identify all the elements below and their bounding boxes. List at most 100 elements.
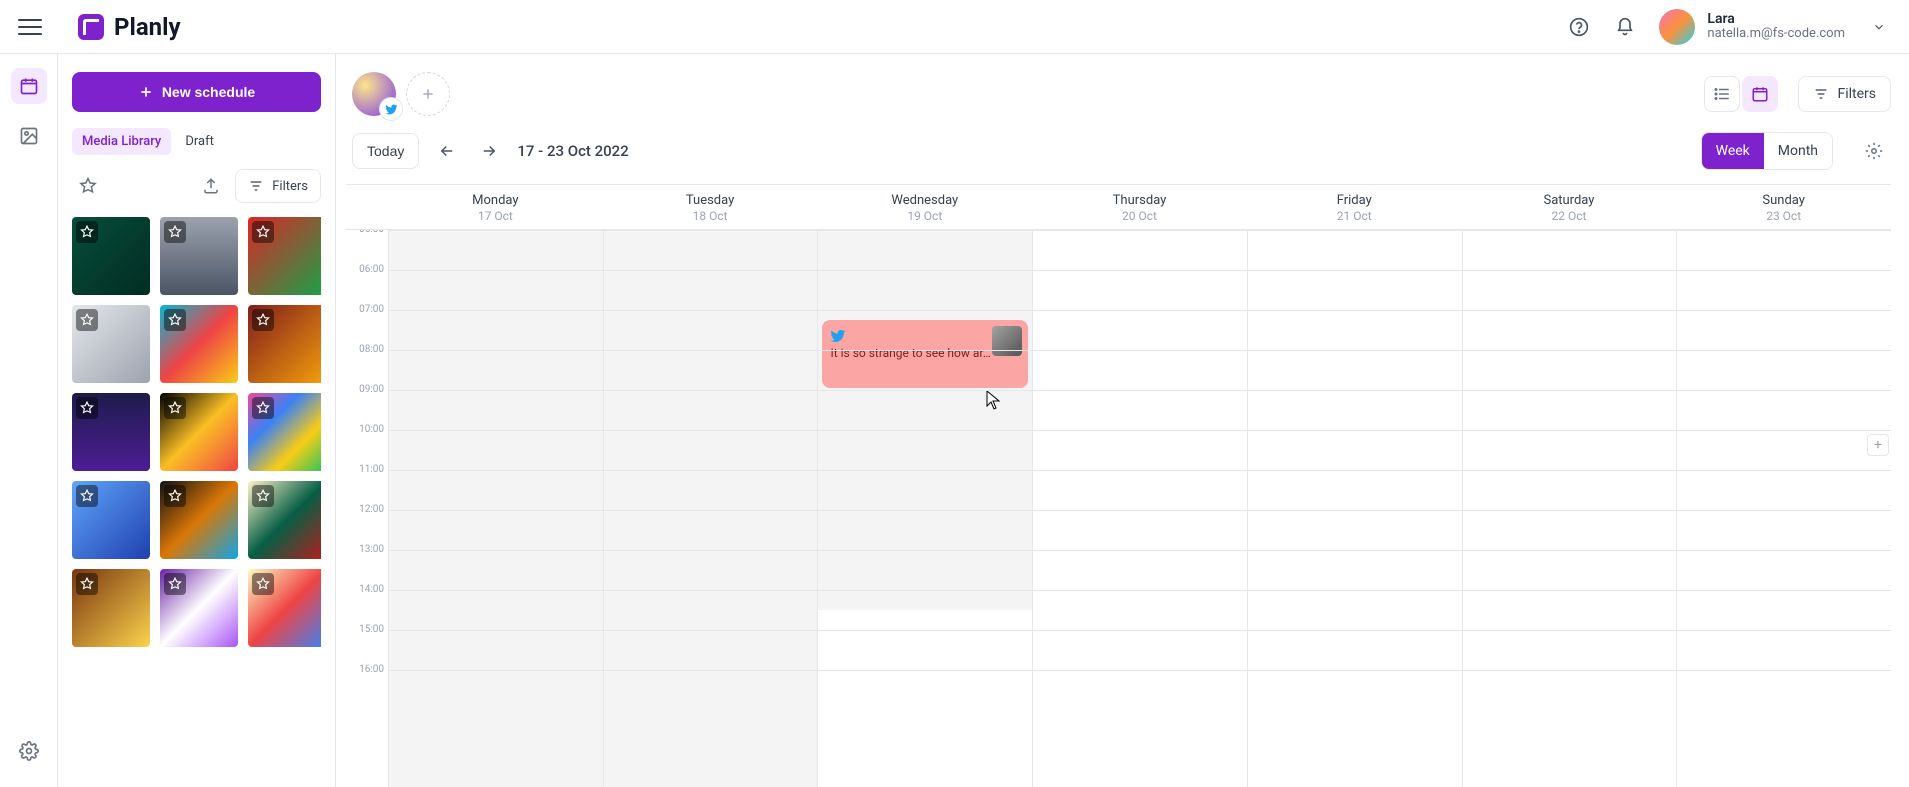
media-thumb[interactable] bbox=[72, 569, 150, 647]
new-schedule-button[interactable]: New schedule bbox=[72, 72, 321, 112]
media-thumb[interactable] bbox=[248, 393, 321, 471]
sidebar-filters-button[interactable]: Filters bbox=[235, 169, 321, 203]
star-icon[interactable] bbox=[252, 309, 274, 331]
day-column[interactable] bbox=[1462, 230, 1677, 787]
time-label: 16:00 bbox=[346, 664, 388, 704]
list-view-button[interactable] bbox=[1704, 76, 1740, 112]
chevron-down-icon bbox=[1867, 15, 1891, 39]
add-event-button[interactable]: + bbox=[1867, 434, 1889, 456]
hamburger-menu[interactable] bbox=[18, 15, 42, 39]
media-thumb[interactable] bbox=[160, 393, 238, 471]
media-thumb[interactable] bbox=[160, 481, 238, 559]
media-thumb[interactable] bbox=[248, 569, 321, 647]
star-icon[interactable] bbox=[164, 485, 186, 507]
star-icon[interactable] bbox=[164, 221, 186, 243]
day-header: Wednesday19 Oct bbox=[817, 185, 1032, 229]
range-toggle: Week Month bbox=[1701, 132, 1833, 170]
month-toggle[interactable]: Month bbox=[1764, 133, 1832, 169]
favorites-filter[interactable] bbox=[72, 170, 104, 202]
day-header: Friday21 Oct bbox=[1247, 185, 1462, 229]
week-toggle[interactable]: Week bbox=[1702, 133, 1764, 169]
day-column[interactable] bbox=[1247, 230, 1462, 787]
user-avatar bbox=[1659, 9, 1695, 45]
time-label: 12:00 bbox=[346, 504, 388, 544]
media-thumb[interactable] bbox=[72, 305, 150, 383]
media-thumb[interactable] bbox=[160, 569, 238, 647]
media-thumb[interactable] bbox=[248, 305, 321, 383]
add-profile-button[interactable] bbox=[406, 72, 450, 116]
twitter-badge-icon bbox=[380, 98, 402, 120]
main-filters-button[interactable]: Filters bbox=[1798, 76, 1891, 112]
media-grid bbox=[72, 217, 321, 647]
new-schedule-label: New schedule bbox=[162, 84, 255, 100]
day-column[interactable]: + bbox=[1676, 230, 1891, 787]
tab-draft[interactable]: Draft bbox=[175, 128, 224, 155]
time-label: 05:00 bbox=[346, 230, 388, 264]
day-column[interactable] bbox=[1032, 230, 1247, 787]
day-header: Tuesday18 Oct bbox=[603, 185, 818, 229]
media-thumb[interactable] bbox=[160, 217, 238, 295]
user-name: Lara bbox=[1707, 11, 1845, 27]
time-label: 06:00 bbox=[346, 264, 388, 304]
star-icon[interactable] bbox=[252, 485, 274, 507]
media-thumb[interactable] bbox=[160, 305, 238, 383]
user-menu[interactable]: Lara natella.m@fs-code.com bbox=[1659, 9, 1891, 45]
star-icon[interactable] bbox=[164, 309, 186, 331]
rail-settings[interactable] bbox=[11, 733, 47, 769]
media-thumb[interactable] bbox=[72, 393, 150, 471]
scheduled-post[interactable]: It is so strange to see how ar… bbox=[822, 320, 1028, 388]
media-thumb[interactable] bbox=[72, 481, 150, 559]
calendar-settings-button[interactable] bbox=[1857, 134, 1891, 168]
star-icon[interactable] bbox=[252, 573, 274, 595]
profile-avatar[interactable] bbox=[352, 72, 396, 116]
event-thumbnail bbox=[992, 326, 1022, 356]
day-column[interactable]: It is so strange to see how ar… bbox=[817, 230, 1032, 787]
rail-media[interactable] bbox=[11, 118, 47, 154]
bell-icon[interactable] bbox=[1613, 15, 1637, 39]
main-content: Filters Today 17 - 23 Oct 2022 Week Mont… bbox=[336, 54, 1909, 787]
sidebar-filters-label: Filters bbox=[272, 179, 308, 194]
star-icon[interactable] bbox=[76, 221, 98, 243]
star-icon[interactable] bbox=[76, 573, 98, 595]
star-icon[interactable] bbox=[76, 485, 98, 507]
rail-calendar[interactable] bbox=[11, 68, 47, 104]
time-label: 07:00 bbox=[346, 304, 388, 344]
media-thumb[interactable] bbox=[72, 217, 150, 295]
prev-week-button[interactable] bbox=[433, 137, 461, 165]
day-header: Sunday23 Oct bbox=[1676, 185, 1891, 229]
user-email: natella.m@fs-code.com bbox=[1707, 27, 1845, 42]
time-label: 09:00 bbox=[346, 384, 388, 424]
nav-rail bbox=[0, 54, 58, 787]
media-thumb[interactable] bbox=[248, 217, 321, 295]
star-icon[interactable] bbox=[76, 309, 98, 331]
topbar: Planly Lara natella.m@fs-code.com bbox=[0, 0, 1909, 54]
day-column[interactable] bbox=[603, 230, 818, 787]
main-filters-label: Filters bbox=[1837, 86, 1876, 102]
twitter-icon bbox=[830, 328, 846, 344]
day-header: Saturday22 Oct bbox=[1462, 185, 1677, 229]
tab-media-library[interactable]: Media Library bbox=[72, 128, 171, 155]
help-icon[interactable] bbox=[1567, 15, 1591, 39]
day-column[interactable] bbox=[388, 230, 603, 787]
star-icon[interactable] bbox=[164, 573, 186, 595]
time-label: 11:00 bbox=[346, 464, 388, 504]
media-thumb[interactable] bbox=[248, 481, 321, 559]
today-button[interactable]: Today bbox=[352, 133, 419, 169]
date-range: 17 - 23 Oct 2022 bbox=[517, 142, 628, 160]
time-label: 13:00 bbox=[346, 544, 388, 584]
brand-name: Planly bbox=[114, 13, 181, 41]
day-header: Monday17 Oct bbox=[388, 185, 603, 229]
time-label: 15:00 bbox=[346, 624, 388, 664]
upload-button[interactable] bbox=[195, 170, 227, 202]
star-icon[interactable] bbox=[164, 397, 186, 419]
sidebar: New schedule Media Library Draft Filters bbox=[58, 54, 336, 787]
logo-mark-icon bbox=[78, 14, 104, 40]
logo[interactable]: Planly bbox=[78, 13, 181, 41]
calendar-view-button[interactable] bbox=[1742, 76, 1778, 112]
star-icon[interactable] bbox=[252, 397, 274, 419]
star-icon[interactable] bbox=[252, 221, 274, 243]
time-label: 14:00 bbox=[346, 584, 388, 624]
time-label: 08:00 bbox=[346, 344, 388, 384]
star-icon[interactable] bbox=[76, 397, 98, 419]
next-week-button[interactable] bbox=[475, 137, 503, 165]
